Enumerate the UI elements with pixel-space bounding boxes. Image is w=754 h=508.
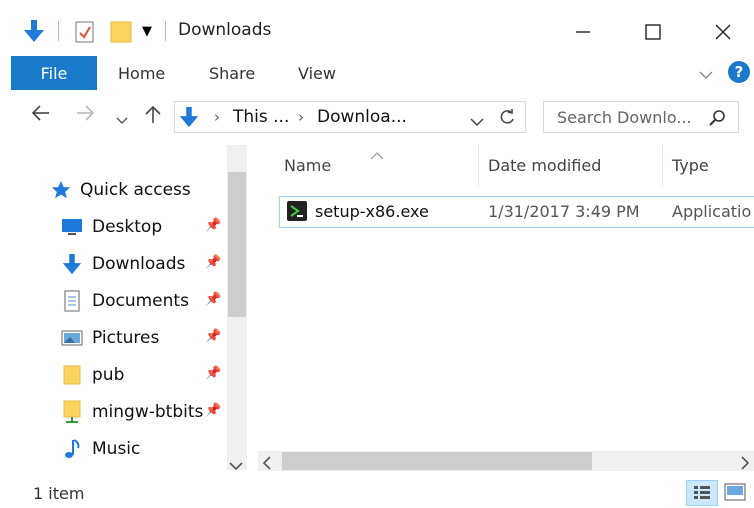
refresh-icon <box>500 109 514 124</box>
chevron-down-icon <box>470 118 484 127</box>
breadcrumb-this-pc[interactable]: This ... <box>233 107 289 127</box>
breadcrumb-downloads[interactable]: Downloa... <box>317 107 407 127</box>
up-arrow-icon <box>145 105 161 123</box>
pin-icon: 📌 <box>205 218 222 233</box>
back-button[interactable] <box>30 104 50 127</box>
column-divider[interactable] <box>662 146 663 186</box>
column-divider[interactable] <box>478 146 479 186</box>
chevron-down-icon <box>229 462 243 471</box>
sidebar-item-downloads[interactable]: Downloads <box>60 249 185 279</box>
pin-icon: 📌 <box>205 403 222 418</box>
sidebar-item-label: pub <box>92 365 125 385</box>
folder-icon <box>60 363 84 387</box>
minimize-icon <box>576 31 590 33</box>
scroll-right-button[interactable] <box>740 455 750 474</box>
download-arrow-icon <box>60 252 84 276</box>
pin-icon: 📌 <box>205 255 222 270</box>
recent-locations-button[interactable] <box>116 110 128 131</box>
column-header-name[interactable]: Name <box>284 156 331 175</box>
nav-pane-scrollbar-thumb[interactable] <box>228 172 246 317</box>
horizontal-scrollbar-thumb[interactable] <box>282 452 592 470</box>
breadcrumb-separator[interactable]: › <box>214 108 220 126</box>
pin-icon: 📌 <box>205 292 222 307</box>
search-input[interactable]: Search Downlo... <box>557 108 692 127</box>
large-icons-view-button[interactable] <box>724 483 746 505</box>
large-icons-view-icon <box>724 483 746 501</box>
window-title: Downloads <box>178 20 272 40</box>
help-icon[interactable]: ? <box>728 61 750 83</box>
details-view-button[interactable] <box>686 480 718 506</box>
column-header-date-modified[interactable]: Date modified <box>488 156 601 175</box>
sidebar-item-pictures[interactable]: Pictures <box>60 323 159 353</box>
details-view-icon <box>694 486 710 499</box>
sidebar-item-label: Pictures <box>92 328 160 348</box>
breadcrumb-separator[interactable]: › <box>298 108 304 126</box>
properties-icon[interactable] <box>74 20 96 48</box>
customize-toolbar-dropdown-icon[interactable]: ▼ <box>142 24 152 39</box>
sidebar-item-pub[interactable]: pub <box>60 360 124 390</box>
network-folder-icon <box>60 400 84 424</box>
refresh-button[interactable] <box>497 107 517 131</box>
pin-icon: 📌 <box>205 366 222 381</box>
forward-button[interactable] <box>76 104 96 127</box>
download-arrow-icon <box>178 105 200 133</box>
quick-access-star-icon <box>50 179 72 205</box>
exe-file-icon <box>286 200 308 226</box>
expand-ribbon-chevron-icon[interactable] <box>698 66 714 85</box>
file-type: Applicatio <box>672 202 752 221</box>
sidebar-item-documents[interactable]: Documents <box>60 286 189 316</box>
download-arrow-icon[interactable] <box>22 18 46 48</box>
search-icon[interactable] <box>708 108 728 132</box>
minimize-button[interactable] <box>560 14 606 50</box>
sidebar-item-label: Downloads <box>92 254 186 274</box>
sidebar-item-music[interactable]: Music <box>60 434 140 464</box>
close-button[interactable] <box>700 14 746 50</box>
chevron-right-icon <box>741 456 750 470</box>
pictures-icon <box>60 326 84 350</box>
address-dropdown-button[interactable] <box>470 112 484 131</box>
pin-icon: 📌 <box>205 329 222 344</box>
sidebar-quick-access[interactable]: Quick access <box>80 180 191 200</box>
chevron-left-icon <box>262 456 271 470</box>
nav-scroll-down-button[interactable] <box>229 456 243 475</box>
scroll-left-button[interactable] <box>262 455 272 474</box>
sort-ascending-icon <box>370 145 384 164</box>
file-name[interactable]: setup-x86.exe <box>315 202 429 221</box>
ribbon-tab-share[interactable]: Share <box>209 64 255 83</box>
new-folder-icon[interactable] <box>108 18 134 48</box>
close-icon <box>715 24 731 40</box>
separator <box>58 21 59 41</box>
ribbon-file-tab[interactable]: File <box>11 56 97 90</box>
up-button[interactable] <box>144 104 162 129</box>
ribbon-tab-home[interactable]: Home <box>118 64 165 83</box>
ribbon-tab-view[interactable]: View <box>298 64 336 83</box>
column-header-type[interactable]: Type <box>672 156 709 175</box>
separator <box>165 21 166 41</box>
sidebar-item-label: Documents <box>92 291 189 311</box>
music-icon <box>60 437 84 461</box>
desktop-icon <box>60 215 84 239</box>
sidebar-item-label: Music <box>92 439 141 459</box>
file-date-modified: 1/31/2017 3:49 PM <box>488 202 640 221</box>
maximize-button[interactable] <box>630 14 676 50</box>
chevron-down-icon <box>116 117 128 124</box>
back-arrow-icon <box>31 105 49 121</box>
forward-arrow-icon <box>77 105 95 121</box>
sidebar-item-desktop[interactable]: Desktop <box>60 212 162 242</box>
maximize-icon <box>645 24 661 40</box>
sidebar-item-label: mingw-btbits <box>92 402 204 422</box>
sidebar-item-label: Desktop <box>92 217 163 237</box>
documents-icon <box>60 289 84 313</box>
sidebar-item-mingw-btbits[interactable]: mingw-btbits <box>60 397 203 427</box>
status-item-count: 1 item <box>33 484 85 503</box>
